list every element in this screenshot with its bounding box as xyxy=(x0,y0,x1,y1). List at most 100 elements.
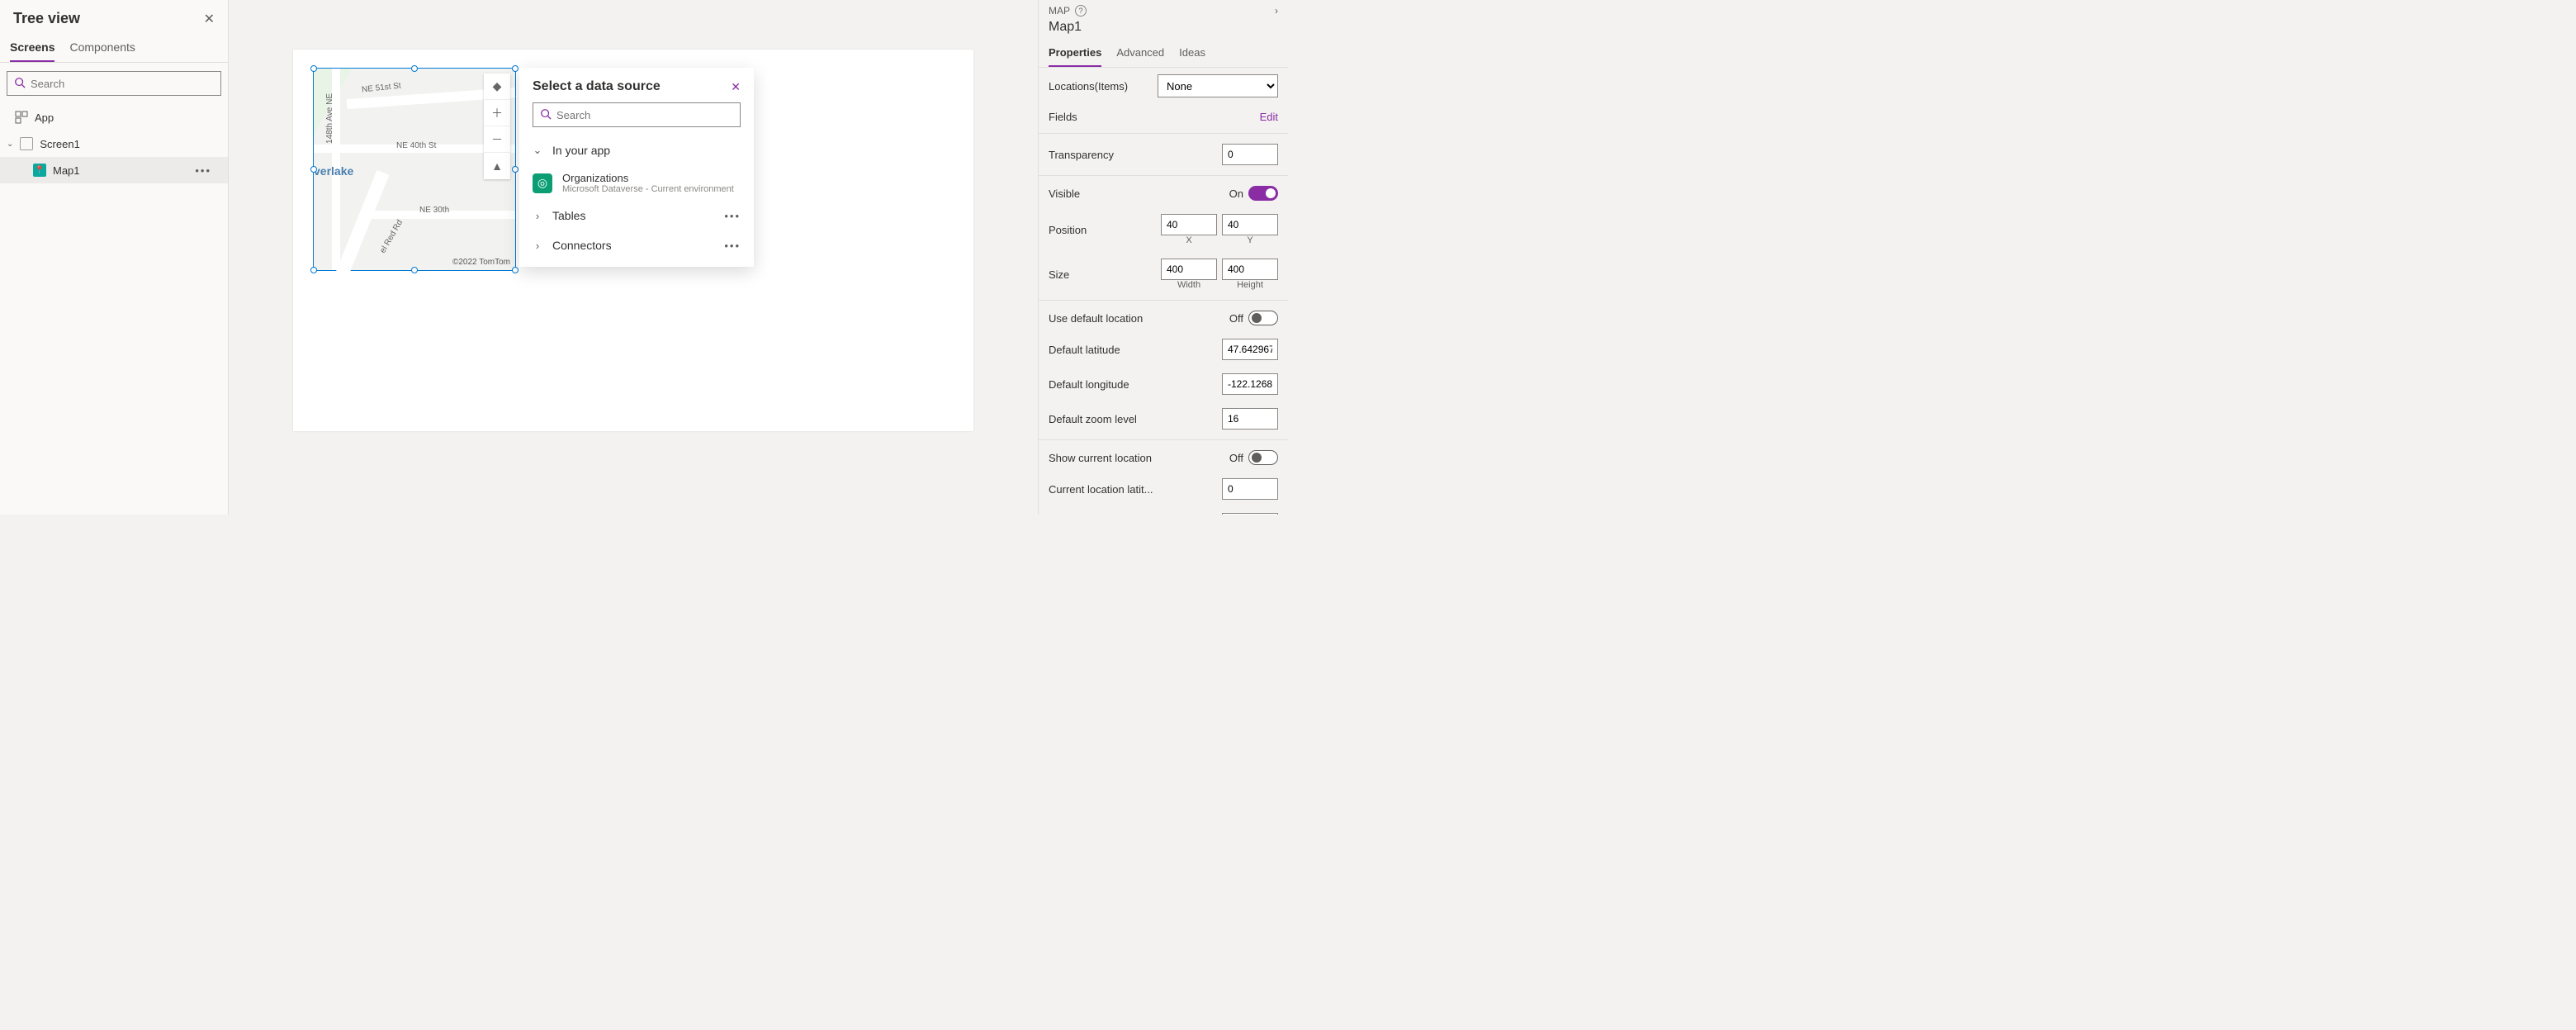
cur-lat-label: Current location latit... xyxy=(1049,483,1153,496)
visible-toggle[interactable] xyxy=(1248,186,1278,201)
resize-handle[interactable] xyxy=(310,267,317,273)
road-label: 148th Ave NE xyxy=(325,93,334,144)
tab-ideas[interactable]: Ideas xyxy=(1179,40,1205,67)
data-source-popup: Select a data source ✕ ⌄ In your app ◎ O… xyxy=(519,68,754,267)
tab-screens[interactable]: Screens xyxy=(10,34,54,62)
tree-view-panel: Tree view ✕ Screens Components App ⌄ Scr… xyxy=(0,0,229,515)
canvas: 148th Ave NE NE 51st St NE 40th St NE 30… xyxy=(229,0,1038,515)
tree-search-input[interactable] xyxy=(31,78,214,90)
height-input[interactable] xyxy=(1222,259,1278,280)
tree-app[interactable]: App xyxy=(0,104,228,131)
ds-item-sub: Microsoft Dataverse - Current environmen… xyxy=(562,184,734,194)
resize-handle[interactable] xyxy=(310,166,317,173)
height-sublabel: Height xyxy=(1222,280,1278,290)
edit-fields-button[interactable]: Edit xyxy=(1260,111,1278,123)
road-label: el Red Rd xyxy=(378,218,405,254)
ds-section-label: Tables xyxy=(552,209,714,222)
def-zoom-label: Default zoom level xyxy=(1049,413,1137,425)
use-default-loc-toggle[interactable] xyxy=(1248,311,1278,325)
resize-handle[interactable] xyxy=(411,65,418,72)
chevron-down-icon[interactable]: ⌄ xyxy=(7,140,13,149)
size-label: Size xyxy=(1049,268,1069,281)
cur-lat-input[interactable] xyxy=(1222,478,1278,500)
road-label: NE 30th xyxy=(419,206,449,215)
map-copyright: ©2022 TomTom xyxy=(452,258,510,267)
width-sublabel: Width xyxy=(1161,280,1217,290)
more-icon[interactable]: ••• xyxy=(724,240,741,252)
properties-panel: MAP ? › Map1 Properties Advanced Ideas L… xyxy=(1038,0,1288,515)
app-screen[interactable]: 148th Ave NE NE 51st St NE 40th St NE 30… xyxy=(293,50,973,431)
x-sublabel: X xyxy=(1161,235,1217,245)
tree-map1[interactable]: 📍 Map1 ••• xyxy=(0,157,228,183)
more-icon[interactable]: ••• xyxy=(195,164,220,177)
def-zoom-input[interactable] xyxy=(1222,408,1278,430)
transparency-label: Transparency xyxy=(1049,149,1114,161)
ds-title: Select a data source xyxy=(533,79,661,94)
def-lat-input[interactable] xyxy=(1222,339,1278,360)
chevron-right-icon: › xyxy=(533,210,542,222)
screen-icon xyxy=(20,137,33,150)
transparency-input[interactable] xyxy=(1222,144,1278,165)
position-label: Position xyxy=(1049,224,1087,236)
tab-components[interactable]: Components xyxy=(69,34,135,62)
search-icon xyxy=(14,77,26,91)
close-icon[interactable]: ✕ xyxy=(204,11,215,27)
tree-screen1[interactable]: ⌄ Screen1 xyxy=(0,131,228,157)
cur-lon-input[interactable] xyxy=(1222,513,1278,515)
show-cur-state: Off xyxy=(1229,452,1243,464)
tree-title: Tree view xyxy=(13,10,80,27)
ds-search[interactable] xyxy=(533,102,741,127)
show-cur-toggle[interactable] xyxy=(1248,450,1278,465)
ds-organizations[interactable]: ◎ Organizations Microsoft Dataverse - Cu… xyxy=(519,165,754,201)
def-lon-label: Default longitude xyxy=(1049,378,1129,391)
width-input[interactable] xyxy=(1161,259,1217,280)
tab-advanced[interactable]: Advanced xyxy=(1116,40,1164,67)
visible-label: Visible xyxy=(1049,187,1080,200)
resize-handle[interactable] xyxy=(512,166,519,173)
def-lon-input[interactable] xyxy=(1222,373,1278,395)
tree-search[interactable] xyxy=(7,71,221,96)
tree-map-label: Map1 xyxy=(53,164,80,177)
dataverse-icon: ◎ xyxy=(533,173,552,193)
position-y-input[interactable] xyxy=(1222,214,1278,235)
tree-app-label: App xyxy=(35,112,54,124)
expand-icon[interactable]: › xyxy=(1275,5,1278,17)
def-lat-label: Default latitude xyxy=(1049,344,1120,356)
zoom-out-button[interactable]: － xyxy=(484,126,510,153)
zoom-in-button[interactable]: ＋ xyxy=(484,100,510,126)
map-icon: 📍 xyxy=(33,164,46,177)
resize-handle[interactable] xyxy=(310,65,317,72)
fields-label: Fields xyxy=(1049,111,1077,123)
ds-section-label: Connectors xyxy=(552,239,714,252)
close-icon[interactable]: ✕ xyxy=(731,80,741,94)
show-cur-label: Show current location xyxy=(1049,452,1152,464)
locations-select[interactable]: None xyxy=(1158,74,1278,97)
tree-screen-label: Screen1 xyxy=(40,138,79,150)
search-icon xyxy=(540,108,552,122)
ds-tables[interactable]: › Tables ••• xyxy=(519,201,754,230)
control-type: MAP xyxy=(1049,5,1070,17)
locate-button[interactable]: ▲ xyxy=(484,153,510,179)
control-name: Map1 xyxy=(1039,20,1288,40)
resize-handle[interactable] xyxy=(512,267,519,273)
use-default-loc-state: Off xyxy=(1229,312,1243,325)
ds-item-title: Organizations xyxy=(562,172,734,184)
more-icon[interactable]: ••• xyxy=(724,210,741,222)
tab-properties[interactable]: Properties xyxy=(1049,40,1101,67)
resize-handle[interactable] xyxy=(512,65,519,72)
app-icon xyxy=(15,111,28,124)
position-x-input[interactable] xyxy=(1161,214,1217,235)
city-label: verlake xyxy=(314,164,353,178)
pitch-button[interactable]: ◆ xyxy=(484,74,510,100)
y-sublabel: Y xyxy=(1222,235,1278,245)
ds-connectors[interactable]: › Connectors ••• xyxy=(519,230,754,260)
use-default-loc-label: Use default location xyxy=(1049,312,1143,325)
resize-handle[interactable] xyxy=(411,267,418,273)
visible-state: On xyxy=(1229,187,1243,200)
ds-in-your-app[interactable]: ⌄ In your app xyxy=(519,135,754,165)
chevron-down-icon: ⌄ xyxy=(533,144,542,157)
help-icon[interactable]: ? xyxy=(1075,5,1087,17)
ds-search-input[interactable] xyxy=(556,109,733,121)
map-control[interactable]: 148th Ave NE NE 51st St NE 40th St NE 30… xyxy=(313,68,516,271)
road-label: NE 51st St xyxy=(362,82,402,95)
